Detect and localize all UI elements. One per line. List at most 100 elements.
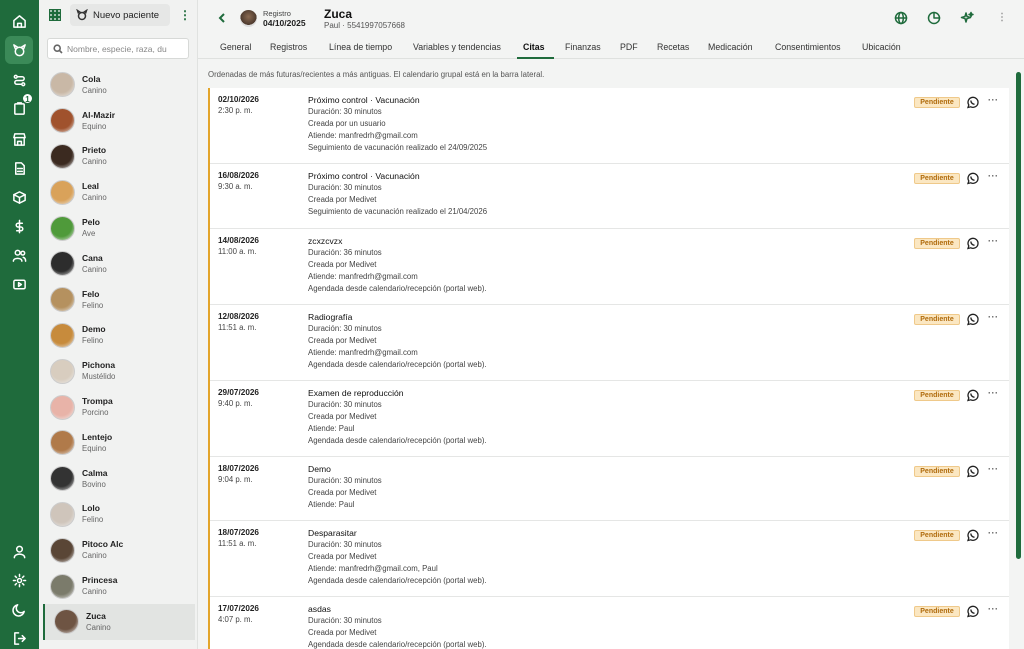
appointment-detail: Seguimiento de vacunación realizado el 2… [308, 207, 488, 216]
patient-species: Bovino [82, 479, 106, 489]
tab-pdf[interactable]: PDF [620, 42, 638, 52]
appointment-detail: Agendada desde calendario/recepción (por… [308, 283, 487, 293]
patient-list-item[interactable]: Demo Felino [39, 318, 198, 354]
whatsapp-icon[interactable] [966, 605, 979, 618]
patient-list-item[interactable]: Prieto Canino [39, 139, 198, 175]
new-patient-label: Nuevo paciente [93, 9, 160, 21]
patient-list-item[interactable]: Pitoco Alc Canino [39, 532, 198, 568]
tab-medicación[interactable]: Medicación [708, 42, 753, 52]
more-options-icon[interactable]: ··· [988, 171, 999, 181]
moon-icon[interactable] [8, 598, 30, 620]
grid-icon[interactable] [49, 9, 61, 21]
appointment-row[interactable]: 17/07/2026 4:07 p. m. asdas Duración: 30 mi… [210, 597, 1009, 649]
patient-text: Calma Bovino [82, 468, 108, 490]
appointment-row[interactable]: 02/10/2026 2:30 p. m. Próximo control · Va… [210, 88, 1009, 164]
whatsapp-icon[interactable] [966, 465, 979, 478]
logout-icon[interactable] [8, 627, 30, 649]
patient-text: Princesa Canino [82, 575, 117, 597]
tab-consentimientos[interactable]: Consentimientos [775, 42, 841, 52]
more-options-icon[interactable]: ··· [988, 528, 999, 538]
avatar [50, 358, 75, 384]
pie-chart-icon[interactable] [927, 11, 941, 30]
document-icon[interactable] [8, 157, 30, 179]
more-options-icon[interactable]: ··· [988, 95, 999, 105]
appointment-time: 9:30 a. m. [218, 182, 253, 191]
patient-list-item[interactable]: Calma Bovino [39, 461, 198, 497]
pet-icon[interactable] [5, 36, 33, 64]
more-options-icon[interactable]: ··· [988, 604, 999, 614]
clipboard-icon[interactable]: 1 [8, 93, 33, 119]
video-icon[interactable] [8, 273, 30, 295]
patient-text: Cola Canino [82, 74, 107, 96]
patient-list-item[interactable]: Zuca Canino [43, 603, 195, 640]
home-icon[interactable] [8, 10, 30, 32]
notification-badge: 1 [22, 93, 33, 104]
appointment-detail: Duración: 30 minutos [308, 540, 382, 549]
appointment-date: 12/08/2026 [218, 311, 259, 321]
box-icon[interactable] [8, 186, 30, 208]
patient-name: Demo [82, 324, 106, 335]
more-options-icon[interactable]: ··· [988, 312, 999, 322]
new-patient-button[interactable]: Nuevo paciente [70, 4, 170, 26]
more-options-icon[interactable]: ··· [988, 236, 999, 246]
patient-name: Al-Mazir [82, 109, 116, 120]
tab-finanzas[interactable]: Finanzas [565, 42, 601, 52]
scrollbar[interactable] [1016, 72, 1021, 559]
patient-list-item[interactable]: Princesa Canino [39, 568, 198, 604]
avatar [50, 466, 75, 492]
patient-name: Lentejo [82, 431, 113, 442]
appointment-detail: Creada por Medivet [308, 259, 377, 269]
appointment-row[interactable]: 14/08/2026 11:00 a. m. zcxzcvzx Duración: 3… [210, 229, 1009, 305]
users-icon[interactable] [8, 244, 30, 266]
patient-list-item[interactable]: Al-Mazir Equino [39, 103, 198, 139]
whatsapp-icon[interactable] [966, 237, 979, 250]
tab-línea-de-tiempo[interactable]: Línea de tiempo [329, 42, 392, 52]
globe-icon[interactable] [894, 11, 908, 30]
tab-general[interactable]: General [220, 42, 251, 52]
more-options-icon[interactable]: ⋮ [179, 9, 191, 23]
patient-list-item[interactable]: Felo Felino [39, 282, 198, 318]
more-options-icon[interactable]: ⋮ [997, 12, 1007, 23]
appointment-row[interactable]: 29/07/2026 9:40 p. m. Examen de reproducci… [210, 381, 1009, 457]
patient-search-input[interactable] [67, 43, 187, 54]
tab-variables-y-tendencias[interactable]: Variables y tendencias [413, 42, 501, 52]
store-icon[interactable] [8, 128, 30, 150]
appointment-row[interactable]: 16/08/2026 9:30 a. m. Próximo control · Va… [210, 164, 1009, 229]
whatsapp-icon[interactable] [966, 96, 979, 109]
route-icon[interactable] [8, 69, 30, 91]
tab-ubicación[interactable]: Ubicación [862, 42, 901, 52]
appointment-detail: Atiende: Paul [308, 423, 355, 433]
whatsapp-icon[interactable] [966, 172, 979, 185]
patient-species: Equino [82, 121, 107, 131]
avatar [50, 143, 75, 169]
patient-list-item[interactable]: Lolo Felino [39, 497, 198, 533]
appointment-row[interactable]: 18/07/2026 11:51 a. m. Desparasitar Duració… [210, 521, 1009, 597]
more-options-icon[interactable]: ··· [988, 388, 999, 398]
patient-list-item[interactable]: Trompa Porcino [39, 389, 198, 425]
patient-list-item[interactable]: Cana Canino [39, 246, 198, 282]
more-options-icon[interactable]: ··· [988, 464, 999, 474]
whatsapp-icon[interactable] [966, 529, 979, 542]
tab-registros[interactable]: Registros [270, 42, 307, 52]
tab-citas[interactable]: Citas [523, 42, 545, 52]
user-icon[interactable] [8, 540, 30, 562]
patient-name: Pichona [82, 360, 116, 371]
status-badge: Pendiente [914, 173, 960, 184]
patient-list-item[interactable]: Pichona Mustélido [39, 353, 198, 389]
settings-icon[interactable] [8, 569, 30, 591]
sparkle-icon[interactable] [960, 11, 974, 30]
whatsapp-icon[interactable] [966, 313, 979, 326]
patient-list-item[interactable]: Leal Canino [39, 174, 198, 210]
whatsapp-icon[interactable] [966, 389, 979, 402]
dollar-icon[interactable] [8, 215, 30, 237]
patient-list-item[interactable]: Cola Canino [39, 67, 198, 103]
patient-search[interactable] [47, 38, 189, 59]
patient-name: Trompa [82, 396, 113, 407]
appointment-detail: Agendada desde calendario/recepción (por… [308, 359, 487, 369]
appointment-row[interactable]: 18/07/2026 9:04 p. m. Demo Duración: 30 min… [210, 457, 1009, 521]
tab-recetas[interactable]: Recetas [657, 42, 689, 52]
patient-list-item[interactable]: Pelo Ave [39, 210, 198, 246]
back-button[interactable] [216, 12, 228, 27]
patient-list-item[interactable]: Lentejo Equino [39, 425, 198, 461]
appointment-row[interactable]: 12/08/2026 11:51 a. m. Radiografía Duración… [210, 305, 1009, 381]
